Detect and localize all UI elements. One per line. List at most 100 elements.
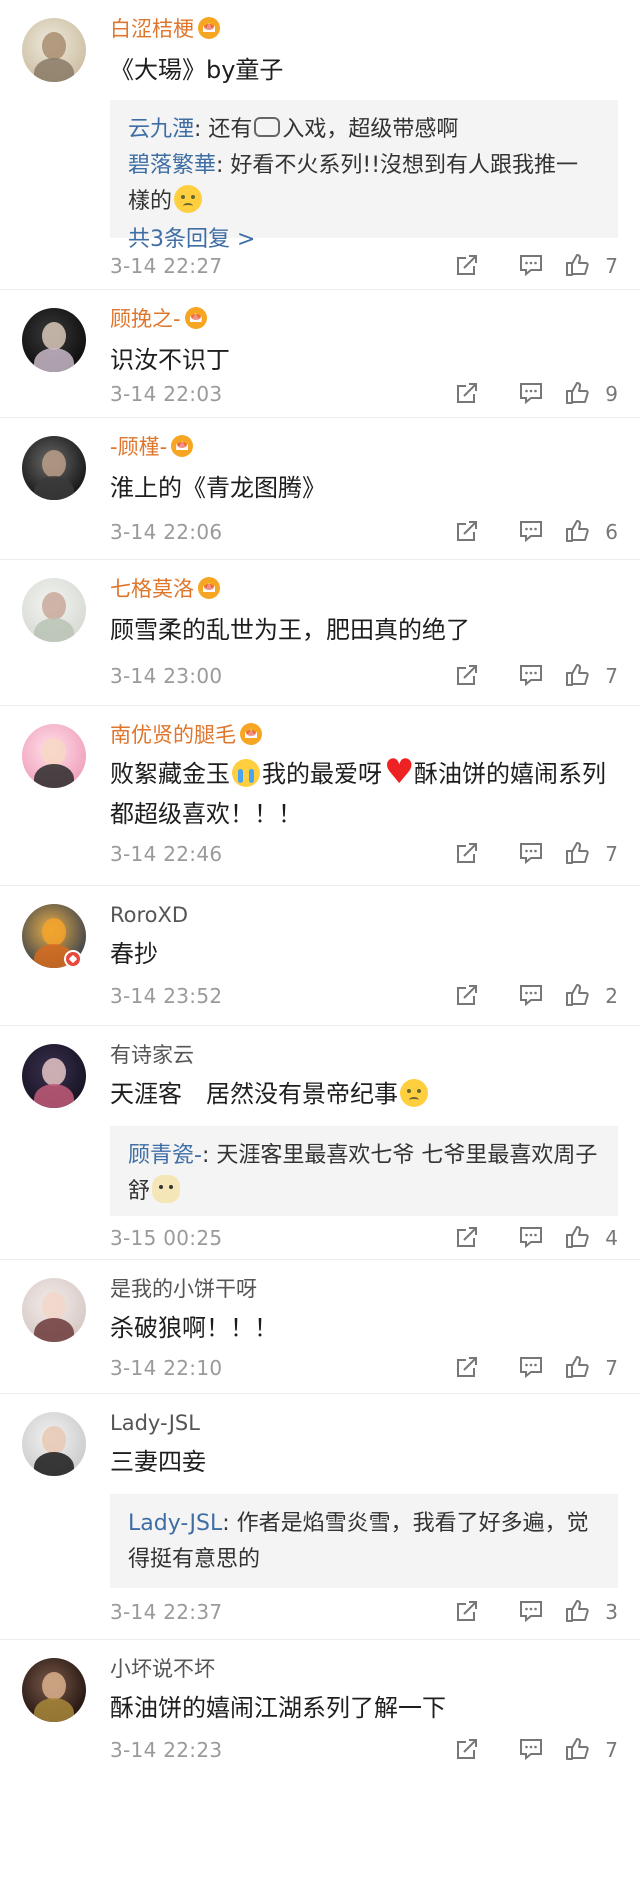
reply-username[interactable]: Lady-JSL: [128, 1511, 222, 1536]
like-count: 7: [605, 664, 618, 688]
comment-icon[interactable]: [518, 380, 544, 406]
avatar[interactable]: [22, 1658, 86, 1722]
comment-text: 三妻四妾: [110, 1448, 206, 1476]
thumbs-up-icon[interactable]: [564, 840, 590, 866]
comment-text: 淮上的《青龙图腾》: [110, 474, 326, 502]
timestamp: 3-14 23:52: [110, 984, 223, 1008]
comment-icon[interactable]: [518, 840, 544, 866]
comment-meta: 3-14 22:03 9: [110, 380, 618, 410]
username[interactable]: 白涩桔梗: [110, 16, 220, 42]
comment-text: 识汝不识丁: [110, 346, 230, 374]
reply-box: 云九湮: 还有 入戏，超级带感啊 碧落繁華: 好看不火系列!!沒想到有人跟我推一樣…: [110, 100, 618, 252]
share-icon[interactable]: [454, 840, 480, 866]
share-icon[interactable]: [454, 1598, 480, 1624]
timestamp: 3-15 00:25: [110, 1226, 223, 1250]
comment-icon[interactable]: [518, 252, 544, 278]
avatar[interactable]: [22, 578, 86, 642]
like-count: 3: [605, 1600, 618, 1624]
username[interactable]: RoroXD: [110, 902, 188, 928]
username[interactable]: 小坏说不坏: [110, 1656, 215, 1682]
like-count: 2: [605, 984, 618, 1008]
share-icon[interactable]: [454, 518, 480, 544]
comment-icon[interactable]: [518, 518, 544, 544]
like-count: 7: [605, 1738, 618, 1762]
like-count: 6: [605, 520, 618, 544]
pointing-hand-icon: [254, 117, 281, 137]
thumbs-up-icon[interactable]: [564, 1224, 590, 1250]
avatar[interactable]: [22, 1278, 86, 1342]
timestamp: 3-14 23:00: [110, 664, 223, 688]
share-icon[interactable]: [454, 982, 480, 1008]
thumbs-up-icon[interactable]: [564, 662, 590, 688]
reply-username[interactable]: 碧落繁華: [128, 153, 216, 178]
thumbs-up-icon[interactable]: [564, 1354, 590, 1380]
username[interactable]: -顾槿-: [110, 434, 194, 460]
username[interactable]: Lady-JSL: [110, 1410, 200, 1436]
comment-icon[interactable]: [518, 662, 544, 688]
username[interactable]: 七格莫洛: [110, 576, 220, 602]
share-icon[interactable]: [454, 252, 480, 278]
share-icon[interactable]: [454, 1224, 480, 1250]
like-count: 7: [605, 1356, 618, 1380]
reply-username[interactable]: 云九湮: [128, 117, 194, 142]
share-icon[interactable]: [454, 380, 480, 406]
reply-username[interactable]: 顾青瓷-: [128, 1143, 202, 1168]
comment-meta: 3-14 22:23 7: [110, 1736, 618, 1766]
sad-face-emoji-icon: [174, 185, 203, 213]
like-count: 7: [605, 842, 618, 866]
comment-item: 小坏说不坏 酥油饼的嬉闹江湖系列了解一下 3-14 22:23 7: [0, 1640, 640, 1794]
comment-text: 天涯客 居然没有景帝纪事: [110, 1074, 618, 1114]
comment-item: 七格莫洛 顾雪柔的乱世为王，肥田真的绝了 3-14 23:00 7: [0, 560, 640, 706]
username[interactable]: 南优贤的腿毛: [110, 722, 262, 748]
timestamp: 3-14 22:37: [110, 1600, 223, 1624]
comment-feed: 白涩桔梗 《大瑒》by童子 云九湮: 还有 入戏，超级带感啊 碧落繁華: 好看不火…: [0, 0, 640, 1794]
comment-icon[interactable]: [518, 982, 544, 1008]
comment-icon[interactable]: [518, 1224, 544, 1250]
comment-icon[interactable]: [518, 1736, 544, 1762]
comment-icon[interactable]: [518, 1598, 544, 1624]
avatar[interactable]: [22, 308, 86, 372]
username[interactable]: 顾挽之-: [110, 306, 207, 332]
comment-text: 春抄: [110, 940, 158, 968]
comment-item: Lady-JSL 三妻四妾 Lady-JSL: 作者是焰雪炎雪，我看了好多遍，觉…: [0, 1394, 640, 1640]
avatar[interactable]: [22, 1044, 86, 1108]
reply-box: Lady-JSL: 作者是焰雪炎雪，我看了好多遍，觉得挺有意思的: [110, 1494, 618, 1588]
thumbs-up-icon[interactable]: [564, 982, 590, 1008]
timestamp: 3-14 22:10: [110, 1356, 223, 1380]
comment-meta: 3-14 22:10 7: [110, 1354, 618, 1384]
share-icon[interactable]: [454, 662, 480, 688]
thumbs-up-icon[interactable]: [564, 1736, 590, 1762]
avatar[interactable]: [22, 18, 86, 82]
share-icon[interactable]: [454, 1354, 480, 1380]
thumbs-up-icon[interactable]: [564, 1598, 590, 1624]
avatar[interactable]: [22, 724, 86, 788]
sad-face-emoji-icon: [400, 1079, 428, 1107]
crown-badge-icon: [198, 17, 220, 39]
timestamp: 3-14 22:06: [110, 520, 223, 544]
avatar[interactable]: [22, 1412, 86, 1476]
comment-text: 杀破狼啊！！！: [110, 1314, 278, 1342]
comment-meta: 3-14 23:00 7: [110, 662, 618, 692]
comment-meta: 3-14 22:46 7: [110, 840, 618, 870]
username[interactable]: 是我的小饼干呀: [110, 1276, 257, 1302]
comment-meta: 3-14 23:52 2: [110, 982, 618, 1012]
thumbs-up-icon[interactable]: [564, 252, 590, 278]
comment-icon[interactable]: [518, 1354, 544, 1380]
comment-item: 南优贤的腿毛 败絮藏金玉我的最爱呀酥油饼的嬉闹系列都超级喜欢！！！ 3-14 2…: [0, 706, 640, 886]
avatar[interactable]: [22, 436, 86, 500]
username[interactable]: 有诗家云: [110, 1042, 194, 1068]
comment-meta: 3-14 22:27 7: [110, 252, 618, 282]
comment-meta: 3-15 00:25 4: [110, 1224, 618, 1254]
comment-text: 酥油饼的嬉闹江湖系列了解一下: [110, 1694, 446, 1722]
thumbs-up-icon[interactable]: [564, 380, 590, 406]
like-count: 7: [605, 254, 618, 278]
comment-item: RoroXD 春抄 3-14 23:52 2: [0, 886, 640, 1026]
timestamp: 3-14 22:23: [110, 1738, 223, 1762]
comment-meta: 3-14 22:06 6: [110, 518, 618, 548]
reply-item: 碧落繁華: 好看不火系列!!沒想到有人跟我推一樣的: [128, 153, 579, 214]
reply-item: 云九湮: 还有 入戏，超级带感啊: [128, 117, 459, 142]
like-count: 4: [605, 1226, 618, 1250]
share-icon[interactable]: [454, 1736, 480, 1762]
thumbs-up-icon[interactable]: [564, 518, 590, 544]
comment-item: 顾挽之- 识汝不识丁 3-14 22:03 9: [0, 290, 640, 418]
